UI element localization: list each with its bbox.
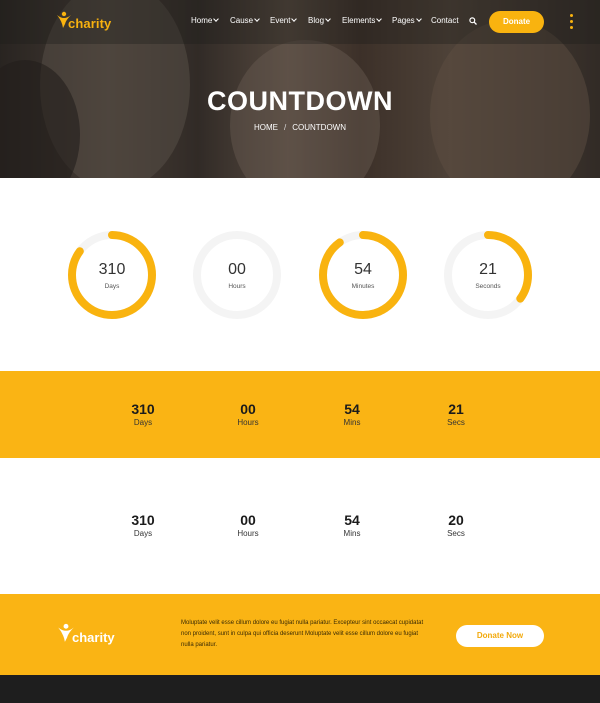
- counter-label: Days: [133, 418, 153, 427]
- hero-banner: charity Home Cause Event Blog Elements P…: [0, 0, 600, 178]
- breadcrumb-current: COUNTDOWN: [292, 123, 346, 132]
- breadcrumb-home[interactable]: HOME: [254, 123, 278, 132]
- chevron-down-icon: [213, 16, 220, 22]
- cta-description: Moluptate velit esse cillum dolore eu fu…: [181, 620, 424, 648]
- counter-value: 54: [344, 512, 360, 528]
- counter-value: 21: [448, 401, 464, 417]
- ring-value: 54: [354, 261, 372, 278]
- donate-cta-section: charity Moluptate velit esse cillum dolo…: [0, 594, 600, 675]
- ring-label: Days: [104, 283, 120, 290]
- plain-counter-days: 310 Days: [103, 512, 183, 538]
- breadcrumb: HOME / COUNTDOWN: [0, 123, 600, 132]
- ring-counter-hours: 00 Hours: [192, 230, 282, 320]
- vertical-dots-icon[interactable]: [570, 14, 574, 30]
- counter-label: Secs: [447, 418, 465, 427]
- counter-value: 00: [240, 401, 256, 417]
- donate-button[interactable]: Donate: [489, 11, 544, 33]
- plain-countdown-section: 310 Days 00 Hours 54 Mins 20 Secs: [0, 458, 600, 594]
- logo-text: charity: [68, 16, 112, 31]
- ring-value: 00: [228, 261, 246, 278]
- footer-logo-text: charity: [72, 630, 115, 645]
- ring-counter-days: 310 Days: [67, 230, 157, 320]
- strip-counter-mins: 54 Mins: [312, 401, 392, 427]
- chevron-down-icon: [325, 16, 331, 22]
- nav-item-cause[interactable]: Cause: [230, 16, 260, 25]
- footer-bar: [0, 675, 600, 703]
- ring-value: 310: [98, 261, 126, 278]
- ring-label: Hours: [228, 283, 246, 290]
- page-title: COUNTDOWN: [207, 86, 393, 116]
- ring-counter-minutes: 54 Minutes: [318, 230, 408, 320]
- chevron-down-icon: [415, 16, 422, 22]
- nav-item-pages[interactable]: Pages: [392, 16, 422, 25]
- counter-label: Mins: [343, 529, 361, 538]
- counter-label: Secs: [447, 529, 465, 538]
- donate-now-button[interactable]: Donate Now: [456, 625, 544, 647]
- plain-counter-hours: 00 Hours: [208, 512, 288, 538]
- chevron-down-icon: [291, 16, 298, 22]
- nav-item-blog[interactable]: Blog: [308, 16, 331, 25]
- counter-value: 54: [344, 401, 360, 417]
- strip-counter-days: 310 Days: [103, 401, 183, 427]
- breadcrumb-separator: /: [283, 123, 287, 132]
- counter-label: Hours: [237, 529, 259, 538]
- chevron-down-icon: [376, 16, 383, 22]
- ring-countdown-section: 310 Days 00 Hours 54 Minutes 21 Seconds: [0, 178, 600, 371]
- ring-counter-seconds: 21 Seconds: [443, 230, 533, 320]
- counter-label: Mins: [343, 418, 361, 427]
- counter-value: 310: [131, 401, 155, 417]
- plain-counter-mins: 54 Mins: [312, 512, 392, 538]
- ring-label: Minutes: [351, 283, 375, 290]
- ring-label: Seconds: [475, 283, 501, 290]
- nav-item-home[interactable]: Home: [191, 16, 220, 25]
- ring-value: 21: [479, 261, 497, 278]
- chevron-down-icon: [254, 16, 260, 22]
- plain-counter-secs: 20 Secs: [416, 512, 496, 538]
- nav-item-elements[interactable]: Elements: [342, 16, 383, 25]
- counter-value: 310: [131, 512, 155, 528]
- nav-item-contact[interactable]: Contact: [431, 16, 459, 25]
- top-navigation: charity Home Cause Event Blog Elements P…: [0, 0, 600, 44]
- strip-countdown-section: 310 Days 00 Hours 54 Mins 21 Secs: [0, 371, 600, 458]
- search-icon[interactable]: [469, 17, 477, 25]
- counter-value: 20: [448, 512, 464, 528]
- strip-counter-hours: 00 Hours: [208, 401, 288, 427]
- counter-label: Days: [133, 529, 153, 538]
- strip-counter-secs: 21 Secs: [416, 401, 496, 427]
- nav-item-event[interactable]: Event: [270, 16, 298, 25]
- counter-label: Hours: [237, 418, 259, 427]
- counter-value: 00: [240, 512, 256, 528]
